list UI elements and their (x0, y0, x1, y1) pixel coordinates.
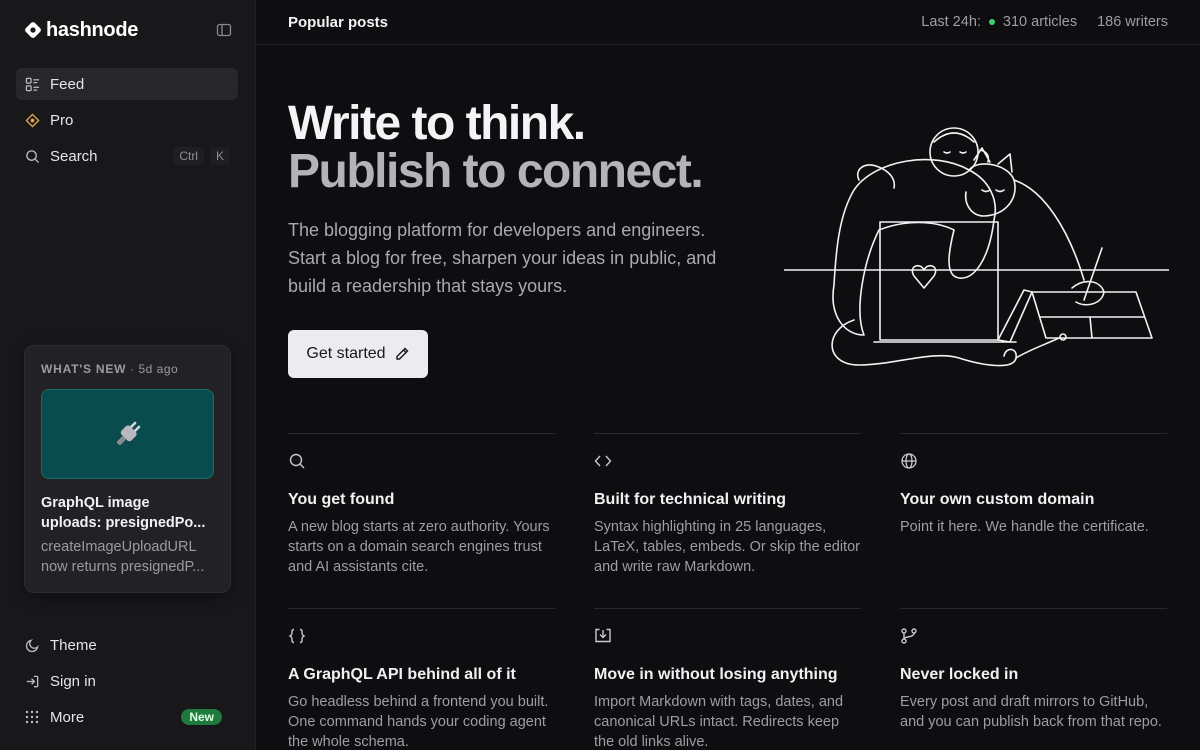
hero-description: The blogging platform for developers and… (288, 220, 717, 296)
grid-dots-icon (24, 709, 40, 725)
feature-text: Go headless behind a frontend you built.… (288, 694, 549, 750)
whats-new-thumbnail (41, 389, 214, 479)
kbd-k: K (209, 147, 230, 165)
sidebar-item-sign-in[interactable]: Sign in (16, 665, 230, 697)
feature-title: Never locked in (900, 666, 1019, 683)
hero-heading-line-1: Write to think. (288, 97, 586, 150)
feature-title: Your own custom domain (900, 491, 1095, 508)
whats-new-title: GraphQL image uploads: presignedPo... (41, 493, 214, 533)
feature-text: Every post and draft mirrors to GitHub, … (900, 694, 1162, 730)
feature-grid: You get found A new blog starts at zero … (288, 433, 1168, 750)
whats-new-label: WHAT'S NEW (41, 362, 127, 376)
feature-row: A GraphQL API behind all of it Go headle… (288, 608, 1168, 750)
whats-new-description: createImageUploadURL now returns presign… (41, 537, 214, 577)
stats-writers: 186 writers (1097, 14, 1168, 30)
feature-text: A new blog starts at zero authority. You… (288, 519, 550, 575)
feature-title: You get found (288, 491, 395, 508)
sidebar-item-label: Feed (50, 75, 85, 93)
hero-heading-line-2: Publish to connect. (288, 145, 704, 198)
feature-title: Move in without losing anything (594, 666, 838, 683)
whats-new-title-line: GraphQL image (41, 495, 150, 511)
feature-text: Import Markdown with tags, dates, and ca… (594, 694, 844, 750)
whats-new-desc-line: now returns presignedP... (41, 559, 205, 575)
sign-in-icon (24, 673, 40, 689)
whats-new-header: WHAT'S NEW · 5d ago (41, 362, 214, 376)
feature-card: Your own custom domain Point it here. We… (900, 433, 1167, 608)
sidebar-toggle-icon[interactable] (215, 21, 233, 39)
pencil-icon (395, 347, 409, 360)
stats-articles: 310 articles (1002, 14, 1078, 30)
sidebar-item-label: More (50, 708, 85, 726)
sidebar: hashnode Feed Pro Search Ctrl K WHAT'S N… (0, 0, 256, 750)
sidebar-item-label: Pro (50, 111, 74, 129)
sidebar-item-search[interactable]: Search Ctrl K (16, 140, 238, 172)
page-title[interactable]: Popular posts (288, 14, 388, 31)
sidebar-item-label: Search (50, 147, 98, 165)
feature-text: Point it here. We handle the certificate… (900, 519, 1149, 535)
whats-new-card[interactable]: WHAT'S NEW · 5d ago GraphQL image upload… (24, 345, 231, 593)
feature-card: A GraphQL API behind all of it Go headle… (288, 608, 555, 750)
hero-heading: Write to think. Publish to connect. (288, 100, 748, 196)
sidebar-item-more[interactable]: More New (16, 701, 230, 733)
git-branch-icon (901, 628, 917, 644)
sidebar-header: hashnode (24, 18, 233, 42)
feature-row: You get found A new blog starts at zero … (288, 433, 1168, 608)
live-dot-icon (988, 19, 995, 25)
feature-card: You get found A new blog starts at zero … (288, 433, 555, 608)
feed-icon (24, 76, 40, 92)
feature-title: Built for technical writing (594, 491, 787, 508)
sidebar-nav: Feed Pro Search Ctrl K (16, 68, 238, 176)
topbar: Popular posts Last 24h: 310 articles 186… (256, 0, 1200, 45)
code-icon (594, 455, 612, 467)
whats-new-title-line: uploads: presignedPo... (41, 515, 206, 531)
sidebar-item-theme[interactable]: Theme (16, 629, 230, 661)
search-icon (289, 453, 305, 469)
live-stats: Last 24h: 310 articles 186 writers (921, 14, 1168, 30)
sidebar-bottom-nav: Theme Sign in More New (16, 629, 230, 737)
import-icon (595, 628, 611, 643)
sidebar-item-label: Sign in (50, 672, 96, 690)
search-shortcut: Ctrl K (173, 147, 230, 165)
feature-card: Built for technical writing Syntax highl… (594, 433, 861, 608)
hero-illustration (784, 127, 1169, 367)
plug-icon (116, 421, 140, 446)
moon-icon (24, 637, 40, 653)
whats-new-desc-line: createImageUploadURL (41, 539, 197, 555)
feature-title: A GraphQL API behind all of it (288, 666, 516, 683)
new-badge: New (181, 709, 222, 725)
sidebar-item-pro[interactable]: Pro (16, 104, 238, 136)
get-started-button[interactable]: Get started (288, 330, 428, 378)
globe-icon (901, 453, 917, 469)
whats-new-age: · 5d ago (130, 362, 179, 376)
hashnode-logo[interactable]: hashnode (24, 19, 138, 42)
kbd-ctrl: Ctrl (173, 147, 204, 165)
stats-label: Last 24h: (921, 14, 981, 30)
pro-icon (24, 112, 40, 128)
sidebar-item-feed[interactable]: Feed (16, 68, 238, 100)
braces-icon (288, 628, 306, 644)
hero: Write to think. Publish to connect. The … (288, 100, 748, 378)
brand-name: hashnode (46, 18, 139, 41)
get-started-label: Get started (306, 345, 386, 362)
feature-text: Syntax highlighting in 25 languages, LaT… (594, 519, 860, 575)
hashnode-logo-icon (25, 22, 41, 38)
sidebar-item-label: Theme (50, 636, 97, 654)
main-content: Popular posts Last 24h: 310 articles 186… (256, 0, 1200, 750)
search-icon (24, 148, 40, 164)
feature-card: Never locked in Every post and draft mir… (900, 608, 1167, 750)
feature-card: Move in without losing anything Import M… (594, 608, 861, 750)
